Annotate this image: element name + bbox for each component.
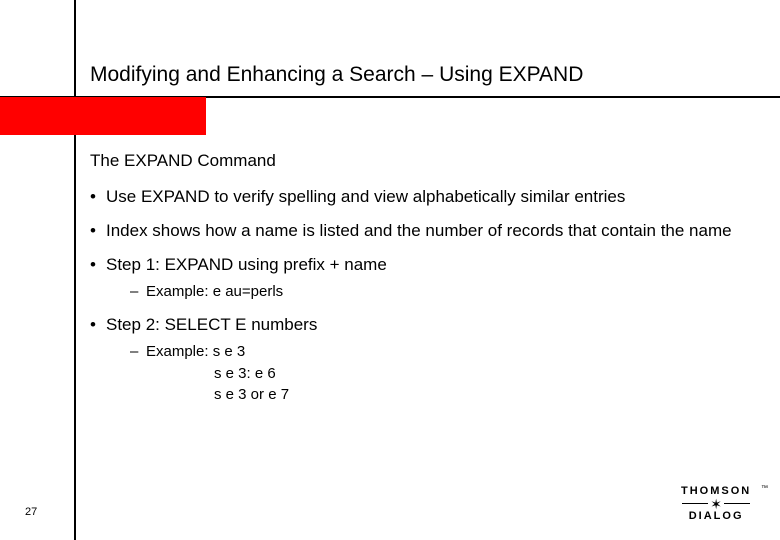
bullet-text: Step 2: SELECT E numbers: [106, 315, 317, 334]
sub-bullet-item: Example: s e 3: [116, 342, 750, 362]
example-line: s e 3 or e 7: [214, 385, 750, 405]
thomson-dialog-logo: THOMSON ✶ DIALOG: [680, 485, 752, 522]
page-number: 27: [25, 506, 37, 518]
slide-title: Modifying and Enhancing a Search – Using…: [90, 63, 583, 87]
trademark-symbol: ™: [761, 485, 768, 492]
bullet-item: Step 1: EXPAND using prefix + name Examp…: [90, 254, 750, 302]
bullet-item: Use EXPAND to verify spelling and view a…: [90, 186, 750, 208]
content-subtitle: The EXPAND Command: [90, 150, 750, 172]
example-line: s e 3: e 6: [214, 364, 750, 384]
logo-star-divider: ✶: [680, 499, 752, 508]
slide-content: The EXPAND Command Use EXPAND to verify …: [90, 150, 750, 417]
vertical-divider: [74, 0, 76, 540]
red-accent-box: [0, 97, 206, 135]
bullet-item: Step 2: SELECT E numbers Example: s e 3 …: [90, 314, 750, 405]
bullet-text: Step 1: EXPAND using prefix + name: [106, 255, 387, 274]
logo-bottom-text: DIALOG: [680, 510, 752, 522]
sub-bullet-item: Example: e au=perls: [116, 282, 750, 302]
bullet-item: Index shows how a name is listed and the…: [90, 220, 750, 242]
